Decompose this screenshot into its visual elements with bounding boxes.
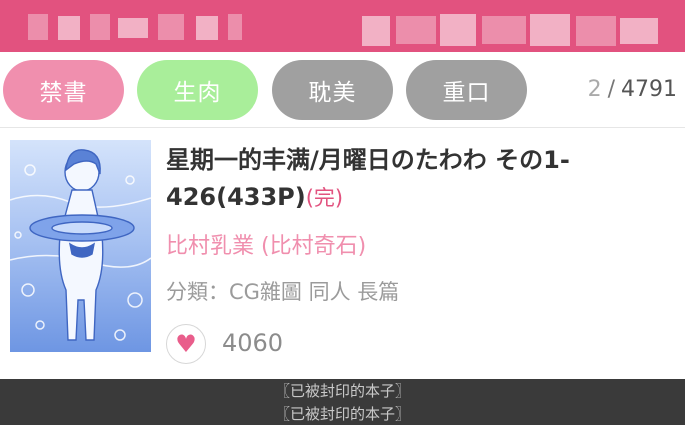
blurred-block	[530, 14, 570, 46]
filter-tab-bl[interactable]: 耽美	[272, 60, 393, 120]
filter-bar: 禁書 生肉 耽美 重口 2/4791	[0, 52, 685, 128]
blurred-block	[158, 14, 184, 40]
item-title[interactable]: 星期一的丰满/月曜日のたわわ その1-426(433P)(完)	[166, 142, 666, 217]
blurred-block	[576, 16, 616, 46]
blurred-block	[90, 14, 110, 40]
item-categories: 分類：CG雜圖 同人 長篇	[166, 280, 400, 304]
status-badge: (完)	[305, 186, 344, 210]
item-author[interactable]: 比村乳業 (比村奇石)	[166, 228, 366, 260]
like-button[interactable]: ♥	[166, 324, 206, 364]
blurred-block	[58, 16, 80, 40]
blurred-block	[196, 16, 218, 40]
page-counter: 2/4791	[588, 77, 677, 102]
sealed-notice: 〖已被封印的本子〗	[274, 382, 410, 400]
cover-thumbnail[interactable]	[10, 140, 151, 352]
blurred-block	[440, 14, 476, 46]
blurred-block	[362, 16, 390, 46]
blurred-block	[28, 14, 48, 40]
total-pages: 4791	[621, 77, 677, 102]
cover-illustration	[10, 149, 151, 341]
blurred-block	[118, 18, 148, 38]
filter-tab-banned[interactable]: 禁書	[3, 60, 124, 120]
page-separator: /	[607, 77, 615, 102]
sealed-notice-bar: 〖已被封印的本子〗 〖已被封印的本子〗	[0, 379, 685, 425]
like-count: 4060	[222, 329, 284, 357]
blurred-block	[482, 16, 526, 44]
filter-tab-label: 重口	[442, 80, 491, 106]
filter-tab-hardcore[interactable]: 重口	[406, 60, 527, 120]
blurred-block	[396, 16, 436, 44]
list-item[interactable]: 星期一的丰满/月曜日のたわわ その1-426(433P)(完) 比村乳業 (比村…	[0, 128, 685, 379]
filter-tab-label: 耽美	[308, 80, 357, 106]
filter-tab-label: 生肉	[173, 80, 222, 106]
top-bar	[0, 0, 685, 52]
filter-tab-label: 禁書	[39, 80, 88, 106]
sealed-notice: 〖已被封印的本子〗	[274, 405, 410, 423]
blurred-block	[620, 18, 658, 44]
heart-icon: ♥	[175, 330, 197, 358]
blurred-block	[228, 14, 242, 40]
current-page: 2	[587, 77, 602, 102]
title-text: 星期一的丰满/月曜日のたわわ その1-426(433P)	[166, 146, 570, 211]
filter-tab-raw[interactable]: 生肉	[137, 60, 258, 120]
